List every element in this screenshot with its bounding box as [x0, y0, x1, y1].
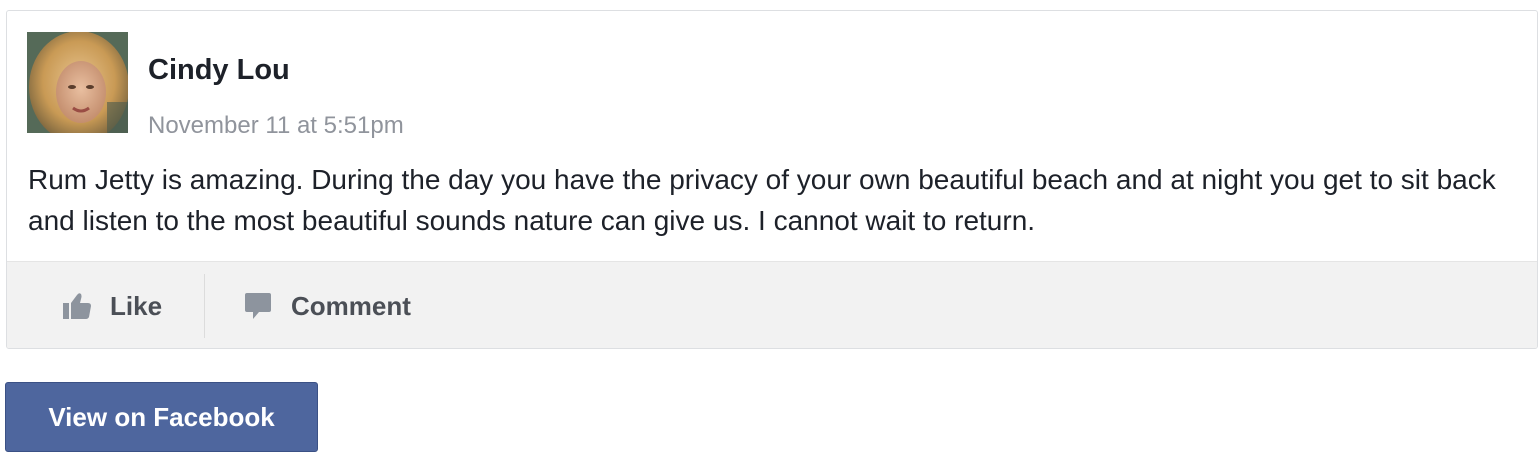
author-name[interactable]: Cindy Lou [148, 56, 290, 85]
view-on-facebook-button[interactable]: View on Facebook [5, 382, 318, 452]
avatar[interactable] [27, 32, 128, 133]
post-timestamp[interactable]: November 11 at 5:51pm [148, 114, 404, 138]
speech-bubble-icon [243, 291, 273, 321]
like-button[interactable]: Like [62, 262, 163, 348]
action-divider [204, 274, 205, 338]
post-text: Rum Jetty is amazing. During the day you… [28, 164, 1496, 236]
action-bar: Like Comment [7, 261, 1537, 348]
thumbs-up-icon [62, 291, 92, 321]
avatar-photo [27, 32, 128, 133]
comment-button[interactable]: Comment [243, 262, 411, 348]
facebook-post-card: Cindy Lou November 11 at 5:51pm Rum Jett… [6, 10, 1538, 349]
comment-label: Comment [291, 290, 411, 321]
like-label: Like [110, 290, 163, 321]
